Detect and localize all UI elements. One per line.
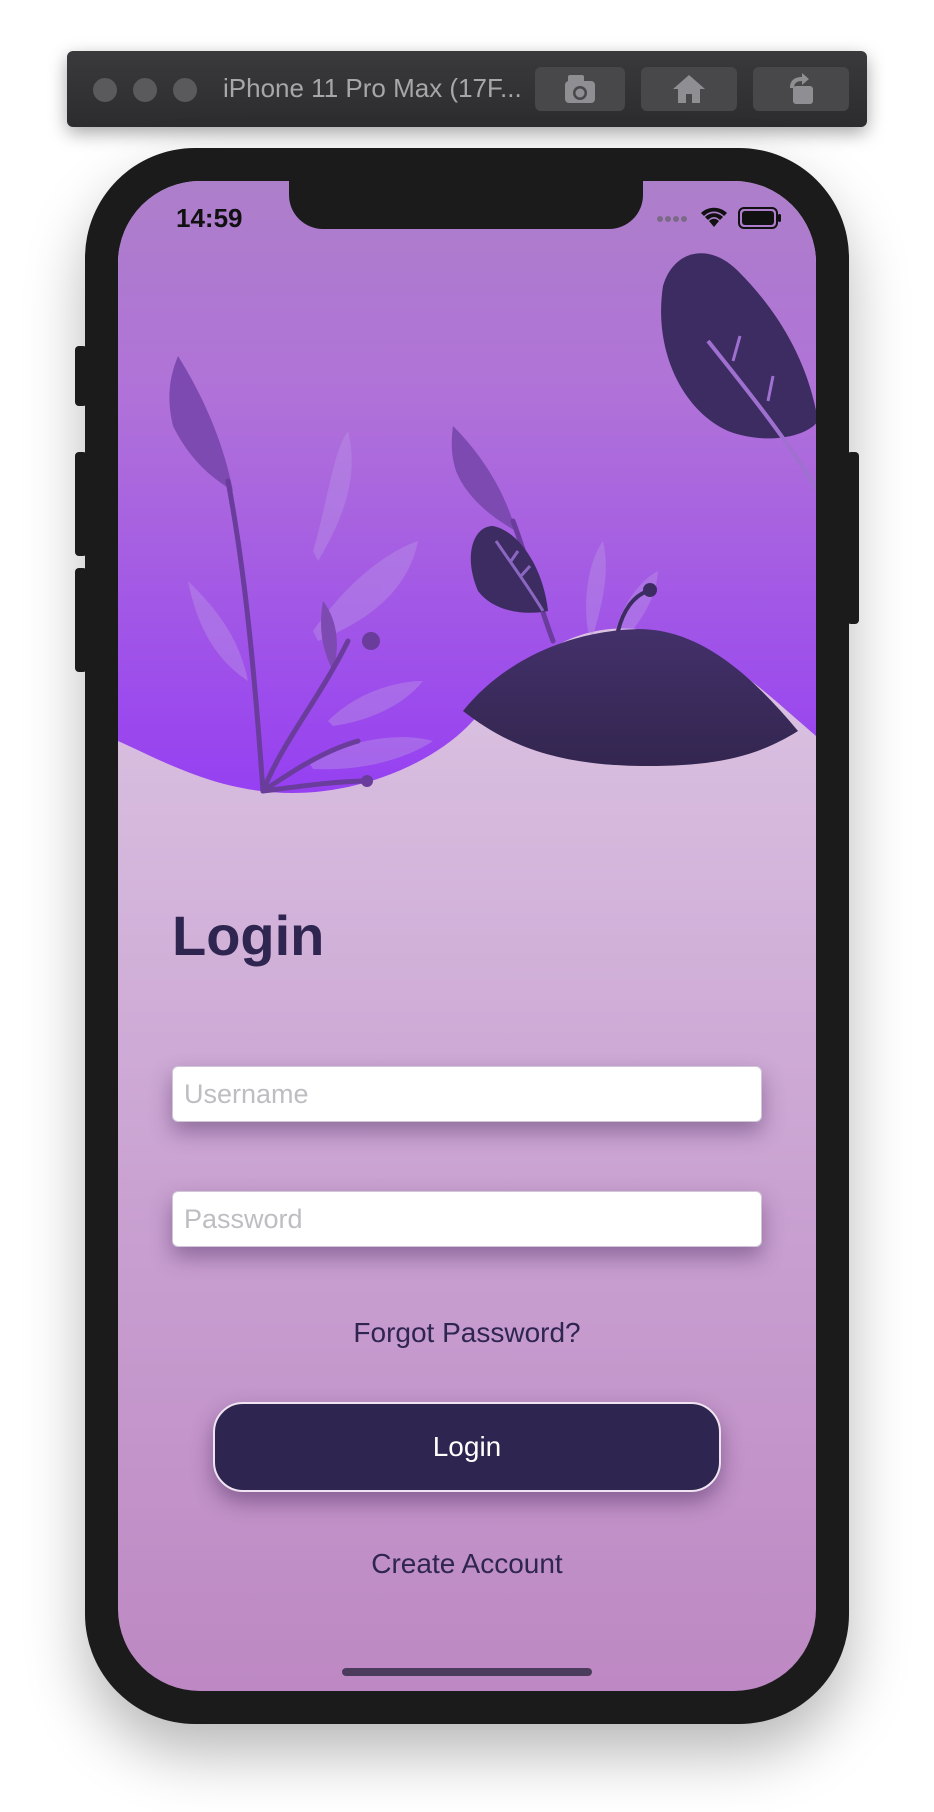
rotate-button[interactable]	[753, 67, 849, 111]
forgot-password-link[interactable]: Forgot Password?	[118, 1317, 816, 1349]
minimize-window-button[interactable]	[133, 78, 157, 102]
hero-illustration	[118, 181, 816, 794]
notch	[289, 181, 643, 229]
rotate-icon	[790, 73, 813, 104]
cellular-signal-icon	[657, 216, 687, 222]
wifi-icon	[701, 207, 727, 227]
create-account-link[interactable]: Create Account	[118, 1548, 816, 1580]
password-input[interactable]	[172, 1191, 762, 1247]
power-button	[847, 452, 859, 624]
home-indicator[interactable]	[342, 1668, 592, 1676]
login-button[interactable]: Login	[213, 1402, 721, 1492]
simulator-toolbar: iPhone 11 Pro Max (17F...	[67, 51, 867, 127]
page-title: Login	[172, 904, 325, 967]
battery-icon	[738, 207, 781, 229]
app-screen: 14:59 Login Forgot Password? Login Creat…	[118, 181, 816, 1691]
house-icon	[673, 75, 705, 103]
camera-icon	[565, 75, 595, 103]
screenshot-button[interactable]	[535, 67, 625, 111]
home-button[interactable]	[641, 67, 737, 111]
close-window-button[interactable]	[93, 78, 117, 102]
username-input[interactable]	[172, 1066, 762, 1122]
volume-down-button	[75, 568, 87, 672]
status-time: 14:59	[176, 203, 243, 233]
volume-up-button	[75, 452, 87, 556]
simulator-title: iPhone 11 Pro Max (17F...	[223, 73, 522, 103]
zoom-window-button[interactable]	[173, 78, 197, 102]
status-icons	[656, 207, 782, 229]
mute-switch	[75, 346, 87, 406]
